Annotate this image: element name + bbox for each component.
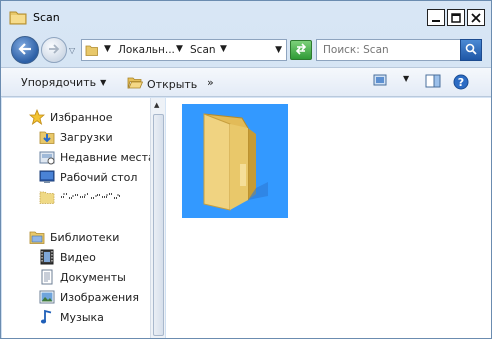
nav-item-downloads[interactable]: Загрузки (38, 128, 113, 146)
breadcrumb-scan[interactable]: Scan (190, 44, 216, 56)
minimize-button[interactable] (427, 9, 445, 26)
nav-item-label: Документы (60, 270, 126, 284)
nav-libraries-label: Библиотеки (50, 230, 120, 244)
command-bar: Упорядочить ▼ Открыть » ▼ ? (1, 67, 491, 97)
forward-button[interactable] (41, 37, 67, 63)
nav-item-documents[interactable]: Документы (38, 268, 126, 286)
music-icon (38, 309, 56, 325)
address-dropdown-icon[interactable]: ▼ (275, 45, 282, 55)
change-view-button[interactable] (373, 74, 387, 89)
folder-icon (182, 113, 288, 221)
nav-item-video[interactable]: Видео (38, 248, 96, 266)
redacted-label (60, 191, 122, 204)
view-options-dropdown[interactable]: ▼ (403, 74, 409, 83)
search-button[interactable] (460, 39, 482, 61)
address-bar[interactable]: ▼ Локальн... ▼ Scan ▼ ▼ (81, 39, 287, 61)
chevron-down-icon[interactable]: ▼ (104, 44, 111, 54)
chevron-down-icon[interactable]: ▼ (220, 44, 227, 54)
search-input[interactable] (323, 43, 453, 57)
minimize-icon (431, 13, 441, 23)
nav-item-label: Музыка (60, 310, 104, 324)
nav-libraries[interactable]: Библиотеки (28, 228, 119, 246)
folder-open-icon (127, 76, 144, 93)
more-commands-button[interactable]: » (207, 76, 214, 89)
nav-favorites-label: Избранное (50, 110, 113, 124)
nav-item-desktop[interactable]: Рабочий стол (38, 168, 137, 186)
explorer-window: Scan ▽ ▼ Локальн... ▼ Scan ▼ ▼ Поиск: Sc… (0, 0, 492, 339)
organize-button[interactable]: Упорядочить ▼ (21, 76, 106, 89)
preview-pane-icon (425, 74, 441, 91)
maximize-button[interactable] (447, 9, 465, 26)
folder-icon (38, 189, 56, 205)
window-title: Scan (33, 11, 60, 24)
scrollbar-thumb[interactable] (153, 114, 164, 336)
nav-item-label: Недавние места (60, 150, 155, 164)
open-button[interactable]: Открыть (127, 76, 197, 93)
downloads-icon (38, 129, 56, 145)
organize-label: Упорядочить (21, 76, 97, 89)
nav-item-pictures[interactable]: Изображения (38, 288, 139, 306)
close-icon (471, 12, 481, 23)
more-label: » (207, 76, 214, 89)
recent-pages-dropdown[interactable]: ▽ (69, 46, 75, 55)
folder-icon (9, 9, 27, 25)
nav-item-label: Рабочий стол (60, 170, 138, 184)
nav-item-label: Изображения (60, 290, 139, 304)
libraries-icon (28, 229, 46, 245)
close-button[interactable] (467, 9, 485, 26)
navigation-pane: Избранное Загрузки Недавние места Рабочи… (2, 98, 165, 338)
address-row: ▽ ▼ Локальн... ▼ Scan ▼ ▼ (1, 33, 491, 65)
chevron-down-icon[interactable]: ▼ (176, 44, 183, 54)
folder-icon (85, 43, 99, 60)
star-icon (28, 109, 46, 125)
refresh-icon (294, 42, 308, 58)
maximize-icon (451, 12, 461, 23)
chevron-down-icon: ▼ (100, 78, 107, 87)
open-label: Открыть (147, 78, 198, 91)
arrow-left-icon (18, 42, 32, 58)
arrow-right-icon (48, 43, 60, 57)
refresh-button[interactable] (290, 40, 312, 60)
nav-item-label: Загрузки (60, 130, 113, 144)
pictures-icon (38, 289, 56, 305)
desktop-icon (38, 169, 56, 185)
preview-pane-button[interactable] (425, 74, 441, 91)
nav-item-label: Видео (60, 250, 96, 264)
folder-item-selected[interactable] (182, 104, 288, 218)
title-bar[interactable]: Scan (1, 1, 491, 31)
chevron-down-icon: ▼ (403, 74, 410, 83)
search-box[interactable] (316, 39, 482, 61)
help-icon: ? (453, 74, 469, 93)
view-icon (373, 74, 387, 89)
recent-places-icon (38, 149, 56, 165)
nav-item-music[interactable]: Музыка (38, 308, 104, 326)
nav-scrollbar[interactable]: ▲ (150, 98, 165, 338)
documents-icon (38, 269, 56, 285)
content-pane (166, 98, 491, 338)
help-button[interactable]: ? (453, 74, 469, 93)
nav-item-redacted[interactable] (38, 188, 122, 206)
video-icon (38, 249, 56, 265)
scroll-up-arrow-icon[interactable]: ▲ (154, 101, 159, 109)
breadcrumb-local-disk[interactable]: Локальн... (118, 44, 175, 56)
nav-favorites[interactable]: Избранное (28, 108, 112, 126)
svg-text:?: ? (458, 76, 464, 89)
back-button[interactable] (11, 36, 39, 64)
nav-item-recent-places[interactable]: Недавние места (38, 148, 155, 166)
search-icon (465, 43, 477, 58)
